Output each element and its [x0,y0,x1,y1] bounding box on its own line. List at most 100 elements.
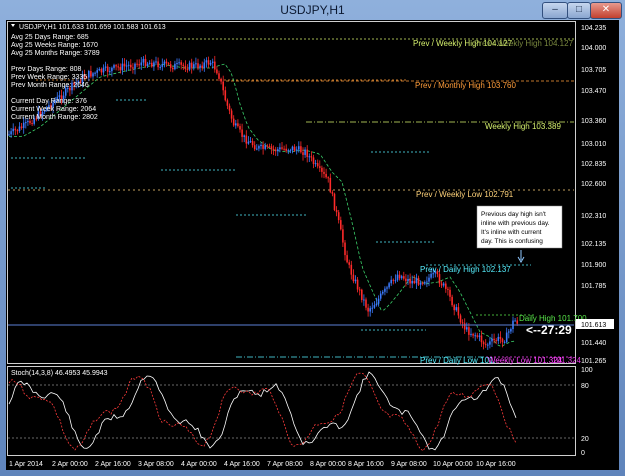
candle-body [127,64,130,66]
candle-body [262,144,264,149]
chart-svg[interactable]: Prev / Weekly High 104.127 Prev / Weekly… [6,20,619,470]
candle-body [300,146,302,153]
candle-body [396,274,399,281]
candle-body [115,65,117,67]
candle-body [182,64,185,66]
candle-body [239,126,241,130]
stoch-tick-0: 0 [581,450,585,457]
candle-body [344,242,346,256]
candle-body [64,88,67,96]
label-weekly-low-value: 101.324 [552,356,581,365]
candle-body [325,173,327,178]
price-chart-area[interactable]: Prev / Weekly High 104.127 Prev / Weekly… [6,20,619,470]
candle-body [174,63,176,70]
candle-body [369,308,371,312]
candle-body [373,305,376,308]
price-tick: 103.010 [581,141,606,148]
candle-body [125,65,128,67]
terminal-window: USDJPY,H1 – □ ✕ Prev / Weekly High 104.1… [0,0,625,476]
candle-body [463,323,466,330]
time-axis: 1 Apr 2014 2 Apr 00:00 2 Apr 16:00 3 Apr… [9,461,516,468]
candle-body [367,307,369,312]
stoch-tick-80: 80 [581,383,589,390]
candle-body [243,135,245,137]
time-tick: 9 Apr 08:00 [391,461,427,468]
price-tick: 103.705 [581,67,606,74]
candle-body [340,220,342,230]
label-prev-weekly-high-ghost: Prev / Weekly High 104.127 [474,39,574,48]
title-bar[interactable]: USDJPY,H1 – □ ✕ [0,0,625,22]
candle-body [96,70,98,73]
price-tick: 103.360 [581,118,606,125]
candle-body [468,327,470,335]
info-line: Avg 25 Days Range: 685 [11,34,89,41]
candle-body [487,344,489,346]
info-line: Avg 25 Weeks Range: 1670 [11,42,98,49]
candle-body [516,320,518,324]
candle-body [335,209,338,213]
candle-body [148,62,151,64]
candle-body [331,192,334,194]
candle-body [501,338,504,343]
candle-body [337,212,340,221]
candle-body [220,78,222,82]
candle-body [379,293,382,299]
candle-body [407,278,409,282]
annotation-line-1: Previous day high isn't [481,211,546,218]
candle-body [400,276,403,279]
minimize-button[interactable]: – [542,2,568,19]
time-tick: 10 Apr 00:00 [433,461,473,468]
candle-body [121,63,124,71]
candle-body [480,335,483,343]
candle-body [295,149,298,151]
candle-body [188,62,191,70]
time-tick: 1 Apr 2014 [9,461,43,468]
candle-body [279,147,281,150]
candle-body [165,61,168,64]
candle-body [394,280,397,282]
candle-body [270,146,273,149]
candle-body [476,335,479,337]
time-tick: 2 Apr 16:00 [95,461,131,468]
candle-body [442,283,445,286]
label-weekly-high: Weekly High 103.389 [485,122,561,131]
stoch-tick-20: 20 [581,436,589,443]
price-tick: 101.265 [581,358,606,365]
info-collapse-icon[interactable] [11,24,15,27]
current-price-tag: 101.613 [581,322,606,329]
candle-body [308,156,311,158]
candle-body [241,129,243,137]
candle-body [266,145,269,147]
candle-body [388,283,390,288]
candle-body [8,134,10,136]
candle-body [382,291,384,294]
label-prev-daily-low: Prev / Daily Low 101. [420,356,496,365]
maximize-button[interactable]: □ [567,2,591,19]
candle-body [505,332,508,343]
info-line: Current Day Range: 376 [11,98,87,105]
candle-body [371,307,374,309]
candle-body [216,69,218,74]
close-button[interactable]: ✕ [590,2,622,19]
candle-body [430,273,432,278]
price-tick: 103.470 [581,88,606,95]
candle-body [151,62,153,67]
candle-body [109,71,111,73]
candle-body [211,61,214,63]
time-tick: 7 Apr 08:00 [267,461,303,468]
candle-body [323,171,325,174]
info-line: Current Week Range: 2064 [11,106,96,113]
candle-body [27,120,29,123]
candle-body [14,128,17,131]
candle-body [314,163,317,165]
candle-body [508,331,510,333]
candle-body [293,146,296,151]
candle-body [298,146,300,150]
price-tick: 102.310 [581,213,606,220]
candle-body [306,149,308,158]
price-tick: 101.900 [581,262,606,269]
candle-body [405,278,407,282]
candle-body [304,149,306,155]
candle-body [186,69,189,71]
candle-body [377,298,380,304]
